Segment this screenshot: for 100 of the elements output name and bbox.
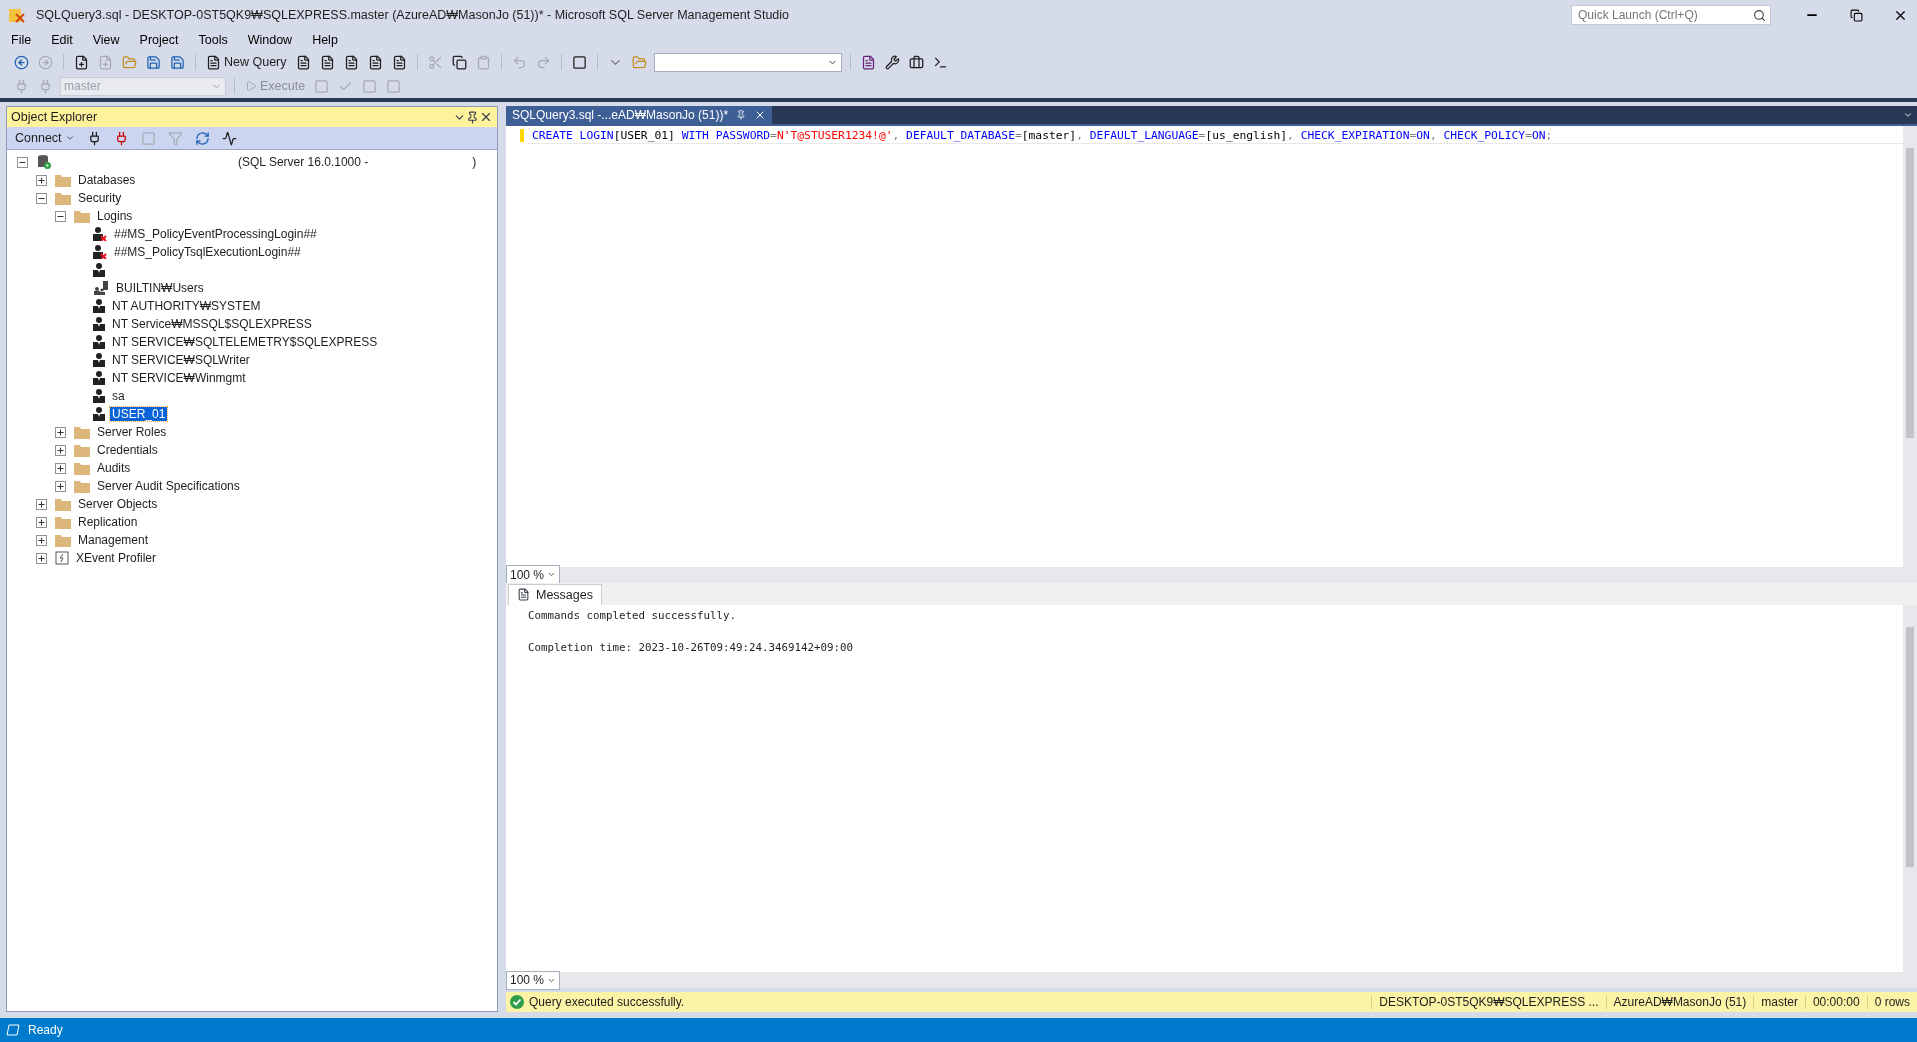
query-editor[interactable]: CREATE LOGIN[USER_01] WITH PASSWORD=N'T@STUSER1234!@', DEFAULT_DATABASE=[master], DEFAULT_LANGUAGE=[us_english], CHECK_EXPIRATION=ON, CHECK_POLICY=ON; — [506, 124, 1917, 567]
tree-item[interactable]: Server Roles — [95, 425, 169, 439]
scrollbar[interactable] — [1903, 126, 1917, 567]
tree-item[interactable]: NT SERVICE₩SQLTELEMETRY$SQLEXPRESS — [110, 335, 380, 349]
user-icon — [93, 353, 105, 367]
code-line: CREATE LOGIN[USER_01] WITH PASSWORD=N'T@STUSER1234!@', DEFAULT_DATABASE=[master], DEFAULT_LANGUAGE=[us_english], CHECK_EXPIRATION=ON, CHECK_POLICY=ON; — [528, 126, 1903, 144]
folder-icon — [55, 173, 71, 187]
expand-toggle[interactable] — [36, 552, 47, 564]
properties-icon — [884, 54, 900, 70]
tree-item[interactable]: USER_01 — [110, 407, 168, 421]
open-file-icon — [122, 54, 137, 70]
menu-item[interactable]: View — [85, 33, 127, 47]
expand-toggle[interactable] — [55, 462, 66, 474]
tree-item[interactable]: Server Objects — [76, 497, 160, 511]
tab-label: Messages — [536, 587, 593, 602]
expand-toggle[interactable] — [36, 498, 47, 510]
back-icon — [14, 54, 29, 70]
expand-toggle[interactable] — [55, 426, 66, 438]
stop-icon — [314, 78, 330, 94]
success-icon — [510, 995, 524, 1009]
menu-item[interactable]: Edit — [44, 33, 80, 47]
user-disabled-icon — [93, 227, 107, 241]
menu-item[interactable]: File — [4, 33, 39, 47]
expand-toggle[interactable] — [55, 480, 66, 492]
menu-item[interactable]: Help — [305, 33, 345, 47]
tree-item[interactable]: NT Service₩MSSQL$SQLEXPRESS — [110, 317, 314, 331]
filter-icon — [167, 130, 183, 146]
status-cell: master — [1753, 995, 1805, 1009]
query-icon — [343, 54, 359, 70]
expand-toggle[interactable] — [36, 534, 47, 546]
pin-icon — [736, 110, 747, 120]
messages-icon — [517, 588, 530, 602]
tree-item[interactable]: Databases — [76, 173, 138, 187]
menu-item[interactable]: Window — [240, 33, 300, 47]
document-tab[interactable]: SQLQuery3.sql -...eAD₩MasonJo (51))* — [506, 106, 773, 124]
query-icon — [295, 54, 311, 70]
collapse-toggle[interactable] — [55, 210, 66, 222]
tree-item[interactable]: NT SERVICE₩SQLWriter — [110, 353, 252, 367]
folder-icon — [74, 209, 90, 223]
tree-item[interactable]: NT SERVICE₩Winmgmt — [110, 371, 248, 385]
search-combo-field[interactable] — [653, 52, 842, 72]
tree-item[interactable]: Credentials — [95, 443, 160, 457]
user-group-icon — [93, 281, 109, 295]
tree-item[interactable]: Audits — [95, 461, 133, 475]
back-button[interactable] — [12, 53, 31, 71]
menu-item[interactable]: Tools — [191, 33, 235, 47]
tree-item[interactable]: Management — [76, 533, 151, 547]
user-icon — [93, 371, 105, 385]
disconnect-icon — [38, 78, 53, 94]
expand-toggle[interactable] — [36, 516, 47, 528]
tree-item[interactable]: Server Audit Specifications — [95, 479, 242, 493]
tree-item[interactable]: ##MS_PolicyTsqlExecutionLogin## — [112, 245, 303, 259]
tree-item[interactable]: Logins — [95, 209, 135, 223]
tree-item[interactable]: (SQL Server 16.0.1000 - — [236, 155, 371, 169]
app-logo-icon — [8, 6, 26, 24]
query-status-message: Query executed successfully. — [529, 995, 686, 1009]
tree-item[interactable]: sa — [110, 389, 127, 403]
query-icon — [391, 54, 407, 70]
collapse-toggle[interactable] — [17, 156, 28, 168]
redo-icon — [535, 54, 551, 70]
folder-icon — [55, 191, 71, 205]
results-icon — [386, 78, 402, 94]
save-all-button[interactable] — [168, 53, 187, 71]
status-cell: AzureAD₩MasonJo (51) — [1605, 995, 1754, 1009]
save-button[interactable] — [144, 53, 163, 71]
tree-item[interactable]: Security — [76, 191, 124, 205]
connect-button[interactable]: Connect — [13, 130, 77, 146]
copy-icon — [451, 54, 467, 70]
expand-toggle[interactable] — [55, 444, 66, 456]
search-icon — [1753, 8, 1766, 22]
query-icon — [367, 54, 383, 70]
messages-tab[interactable]: Messages — [508, 583, 602, 605]
collapse-toggle[interactable] — [36, 192, 47, 204]
restore-icon — [1849, 8, 1863, 22]
expand-toggle[interactable] — [36, 174, 47, 186]
status-cell: 0 rows — [1866, 995, 1917, 1009]
folder-icon — [74, 461, 90, 475]
folder-icon — [74, 479, 90, 493]
folder-icon — [55, 497, 71, 511]
tree-item[interactable]: ##MS_PolicyEventProcessingLogin## — [112, 227, 319, 241]
menu-item[interactable]: Project — [132, 33, 186, 47]
tree-item[interactable]: NT AUTHORITY₩SYSTEM — [110, 299, 263, 313]
stop-icon — [140, 130, 156, 146]
tree-item[interactable]: BUILTIN₩Users — [114, 281, 206, 295]
forward-icon — [38, 54, 53, 70]
terminal-icon — [932, 54, 948, 70]
scrollbar[interactable] — [1903, 604, 1917, 972]
message-line: Commands completed successfully. — [528, 607, 737, 624]
tree-item[interactable]: XEvent Profiler — [74, 551, 159, 565]
query-icon — [319, 54, 335, 70]
profiler-icon — [55, 551, 69, 565]
new-query-button[interactable]: New Query — [204, 53, 289, 71]
tree-item[interactable]: Replication — [76, 515, 140, 529]
toolbox-icon — [908, 54, 924, 70]
folder-icon — [55, 533, 71, 547]
quick-launch-field[interactable]: Quick Launch (Ctrl+Q) — [1571, 5, 1771, 25]
undo-icon — [511, 54, 527, 70]
plan-icon — [362, 78, 378, 94]
status-cell: DESKTOP-0ST5QK9₩SQLEXPRESS ... — [1371, 995, 1606, 1009]
folder-icon — [74, 443, 90, 457]
